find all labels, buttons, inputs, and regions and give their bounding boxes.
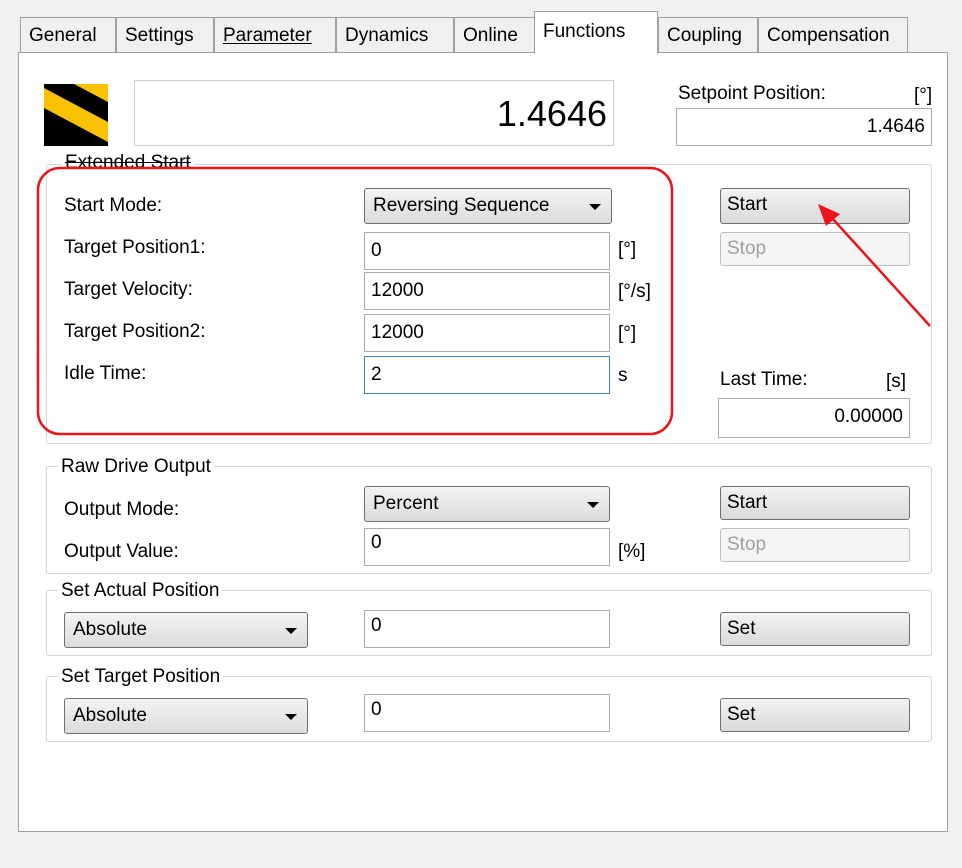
highlight-box	[36, 166, 674, 436]
tab-functions[interactable]: Functions	[534, 11, 658, 54]
annotation-arrow-line	[831, 217, 931, 327]
annotation-overlay	[36, 166, 931, 436]
